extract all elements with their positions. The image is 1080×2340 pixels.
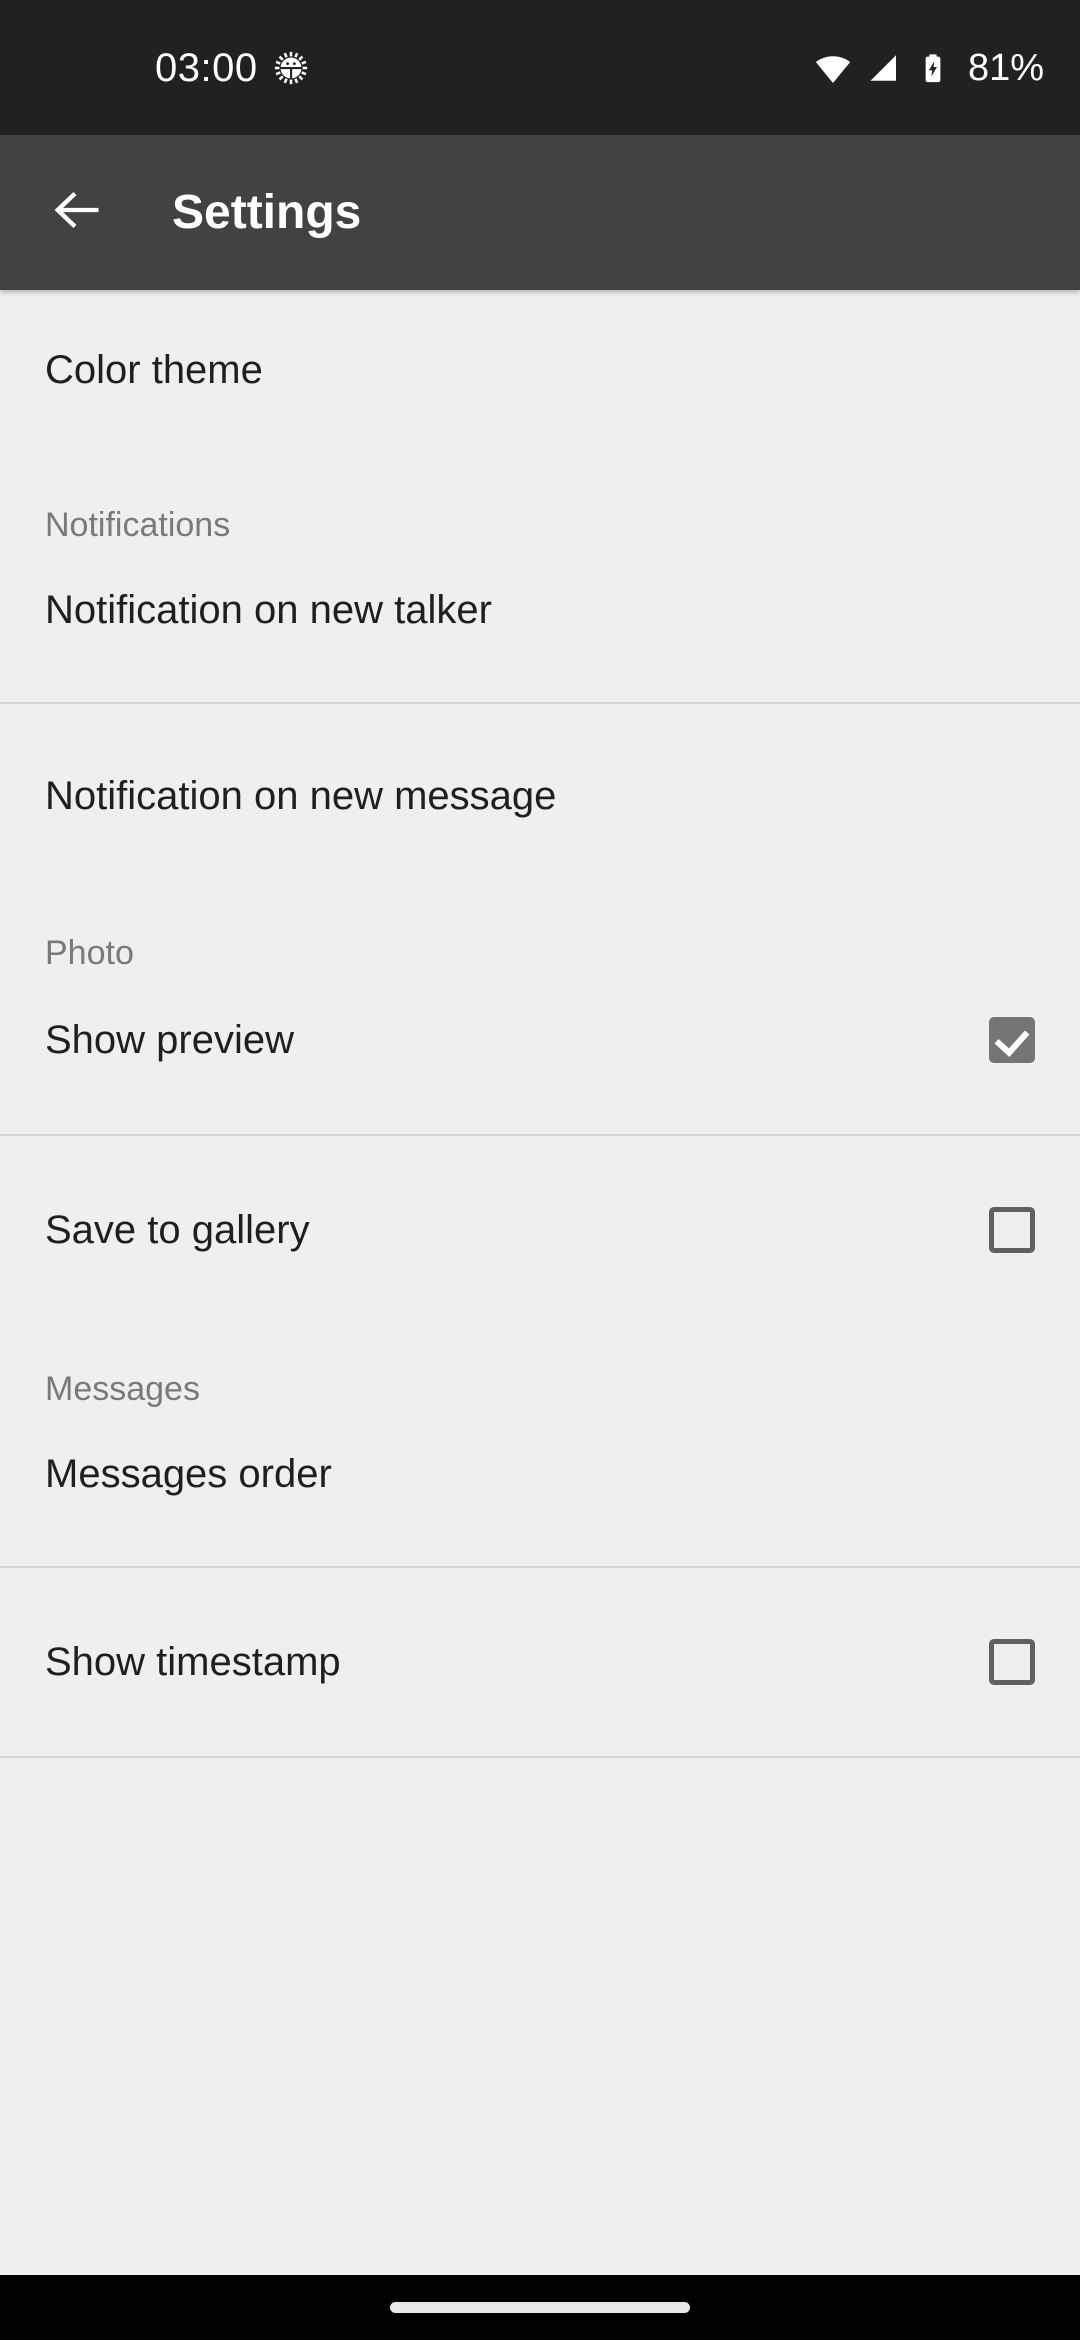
checkbox-show-preview[interactable] [989, 1017, 1035, 1063]
app-bar: Settings [0, 135, 1080, 290]
settings-list: Color theme Notifications Notification o… [0, 290, 1080, 2275]
row-spacer [0, 1714, 1080, 1756]
setting-label: Notification on new message [45, 774, 557, 818]
arrow-back-icon [48, 181, 106, 244]
section-header-photo: Photo [45, 933, 134, 972]
setting-row-notification-new-message[interactable]: Notification on new message [0, 746, 1080, 846]
home-gesture-pill[interactable] [390, 2302, 690, 2313]
section-header-messages: Messages [45, 1369, 200, 1408]
row-spacer [0, 660, 1080, 702]
status-bar-right: 81% [814, 49, 1044, 87]
list-top-spacer [0, 290, 1080, 320]
navigation-bar [0, 2275, 1080, 2340]
phone-screen: 03:00 81% Settings Color theme Notificat… [0, 0, 1080, 2340]
row-spacer [0, 1092, 1080, 1134]
wifi-icon [814, 49, 852, 87]
setting-label: Notification on new talker [45, 588, 492, 632]
row-spacer [0, 704, 1080, 746]
status-bar-left: 03:00 [0, 48, 308, 88]
checkbox-save-to-gallery[interactable] [989, 1207, 1035, 1253]
row-spacer [0, 1136, 1080, 1178]
setting-label: Save to gallery [45, 1208, 310, 1252]
setting-label: Color theme [45, 348, 263, 392]
setting-row-notification-new-talker[interactable]: Notification on new talker [0, 560, 1080, 660]
row-spacer [0, 1524, 1080, 1566]
setting-row-show-preview[interactable]: Show preview [0, 988, 1080, 1092]
battery-percent-label: 81% [967, 46, 1044, 89]
setting-label: Show preview [45, 1018, 295, 1062]
section-header-notifications: Notifications [45, 505, 231, 544]
android-debug-icon [274, 51, 308, 85]
checkbox-show-timestamp[interactable] [989, 1639, 1035, 1685]
status-bar: 03:00 81% [0, 0, 1080, 135]
row-spacer [0, 1568, 1080, 1610]
setting-label: Messages order [45, 1452, 332, 1496]
page-title: Settings [172, 185, 362, 239]
list-divider-end [0, 1756, 1080, 1758]
status-clock: 03:00 [155, 45, 258, 90]
cellular-signal-icon [866, 50, 902, 86]
setting-row-save-to-gallery[interactable]: Save to gallery [0, 1178, 1080, 1282]
setting-row-show-timestamp[interactable]: Show timestamp [0, 1610, 1080, 1714]
setting-label: Show timestamp [45, 1640, 341, 1684]
battery-charging-icon [916, 51, 950, 85]
back-button[interactable] [48, 177, 120, 249]
setting-row-color-theme[interactable]: Color theme [0, 320, 1080, 420]
setting-row-messages-order[interactable]: Messages order [0, 1424, 1080, 1524]
